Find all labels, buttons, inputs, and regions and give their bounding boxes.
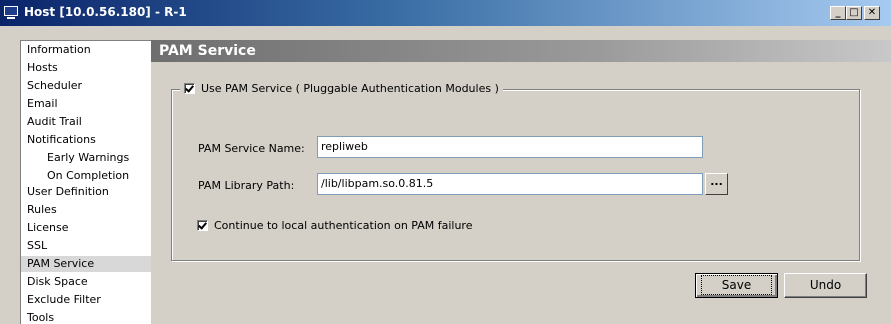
continue-local-row[interactable]: Continue to local authentication on PAM … <box>197 219 472 233</box>
maximize-button[interactable]: □ <box>846 6 862 20</box>
use-pam-checkbox[interactable] <box>184 83 195 94</box>
nav-item-user-definition[interactable]: User Definition <box>21 184 151 200</box>
window-title: Host [10.0.56.180] - R-1 <box>24 5 187 19</box>
nav-item-hosts[interactable]: Hosts <box>21 60 151 76</box>
nav-item-tools[interactable]: Tools <box>21 310 151 324</box>
minimize-button[interactable]: _ <box>830 6 846 20</box>
pam-service-name-label: PAM Service Name: <box>198 142 305 155</box>
nav-item-disk-space[interactable]: Disk Space <box>21 274 151 290</box>
close-button[interactable]: ✕ <box>864 6 880 20</box>
monitor-icon <box>4 6 18 19</box>
pam-library-path-input[interactable]: /lib/libpam.so.0.81.5 <box>317 173 703 195</box>
host-window: Host [10.0.56.180] - R-1 _ □ ✕ Informati… <box>0 0 891 324</box>
nav-item-ssl[interactable]: SSL <box>21 238 151 254</box>
browse-button[interactable]: ... <box>705 173 728 195</box>
nav-item-pam-service[interactable]: PAM Service <box>21 256 151 272</box>
nav-item-license[interactable]: License <box>21 220 151 236</box>
save-button-label: Save <box>700 275 773 295</box>
continue-local-checkbox[interactable] <box>197 220 208 231</box>
nav-item-information[interactable]: Information <box>21 42 151 58</box>
panel-title: PAM Service <box>151 40 891 62</box>
nav-item-email[interactable]: Email <box>21 96 151 112</box>
nav-item-on-completion[interactable]: On Completion <box>21 168 151 184</box>
nav-item-scheduler[interactable]: Scheduler <box>21 78 151 94</box>
nav-item-exclude-filter[interactable]: Exclude Filter <box>21 292 151 308</box>
continue-local-label: Continue to local authentication on PAM … <box>214 219 473 232</box>
nav-item-notifications[interactable]: Notifications <box>21 132 151 148</box>
pam-service-name-input[interactable]: repliweb <box>317 136 703 158</box>
pam-library-path-label: PAM Library Path: <box>198 179 295 192</box>
nav-item-rules[interactable]: Rules <box>21 202 151 218</box>
save-button[interactable]: Save <box>695 273 778 298</box>
undo-button[interactable]: Undo <box>784 273 867 298</box>
title-bar[interactable]: Host [10.0.56.180] - R-1 _ □ ✕ <box>0 0 891 26</box>
nav-item-audit-trail[interactable]: Audit Trail <box>21 114 151 130</box>
settings-nav: Information Hosts Scheduler Email Audit … <box>20 40 151 324</box>
use-pam-label: Use PAM Service ( Pluggable Authenticati… <box>201 82 499 95</box>
use-pam-checkbox-row[interactable]: Use PAM Service ( Pluggable Authenticati… <box>180 80 503 98</box>
nav-item-early-warnings[interactable]: Early Warnings <box>21 150 151 166</box>
